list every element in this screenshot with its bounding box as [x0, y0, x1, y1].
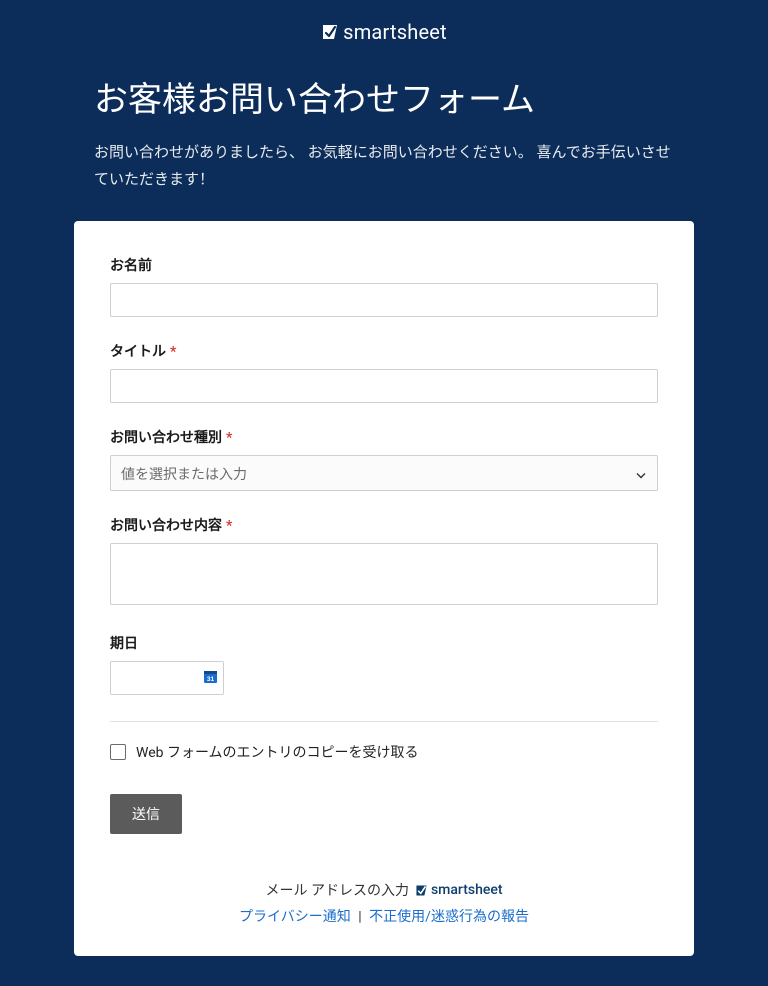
copy-checkbox-row: Web フォームのエントリのコピーを受け取る — [110, 742, 658, 762]
field-inquiry-content: お問い合わせ内容 * — [110, 515, 658, 609]
calendar-icon: 31 — [203, 669, 218, 687]
field-inquiry-type: お問い合わせ種別 * 値を選択または入力 — [110, 427, 658, 491]
required-marker: * — [226, 518, 232, 534]
deadline-label: 期日 — [110, 633, 138, 653]
footer-email-label: メール アドレスの入力 — [265, 880, 408, 900]
copy-checkbox[interactable] — [110, 744, 126, 760]
name-label: お名前 — [110, 255, 152, 275]
inquiry-content-textarea[interactable] — [110, 543, 658, 605]
form-card: お名前 タイトル * お問い合わせ種別 * 値を選択または入力 お問い合わせ内容… — [74, 221, 694, 956]
field-title: タイトル * — [110, 341, 658, 403]
divider — [110, 721, 658, 722]
smartsheet-logo-icon — [415, 884, 428, 897]
brand-logo-header: smartsheet — [0, 20, 768, 44]
svg-text:31: 31 — [206, 676, 214, 683]
brand-name: smartsheet — [343, 20, 447, 44]
form-header: お客様お問い合わせフォーム お問い合わせがありましたら、 お気軽にお問い合わせく… — [84, 72, 684, 193]
inquiry-content-label: お問い合わせ内容 — [110, 515, 222, 535]
submit-button[interactable]: 送信 — [110, 794, 182, 834]
page-title: お客様お問い合わせフォーム — [94, 72, 674, 121]
name-input[interactable] — [110, 283, 658, 317]
field-name: お名前 — [110, 255, 658, 317]
title-label: タイトル — [110, 341, 166, 361]
field-deadline: 期日 31 — [110, 633, 658, 695]
copy-checkbox-label: Web フォームのエントリのコピーを受け取る — [136, 742, 419, 762]
required-marker: * — [226, 430, 232, 446]
card-footer: メール アドレスの入力 smartsheet プライバシー通知 | 不正使用/迷… — [110, 880, 658, 926]
inquiry-type-select[interactable]: 値を選択または入力 — [110, 455, 658, 491]
smartsheet-logo-icon — [321, 23, 339, 41]
inquiry-type-label: お問い合わせ種別 — [110, 427, 222, 447]
calendar-button[interactable]: 31 — [197, 662, 223, 694]
title-input[interactable] — [110, 369, 658, 403]
deadline-input[interactable] — [111, 662, 197, 694]
page-description: お問い合わせがありましたら、 お気軽にお問い合わせください。 喜んでお手伝いさせ… — [94, 139, 674, 193]
footer-brand: smartsheet — [415, 882, 503, 898]
footer-brand-name: smartsheet — [431, 882, 503, 898]
required-marker: * — [170, 344, 176, 360]
